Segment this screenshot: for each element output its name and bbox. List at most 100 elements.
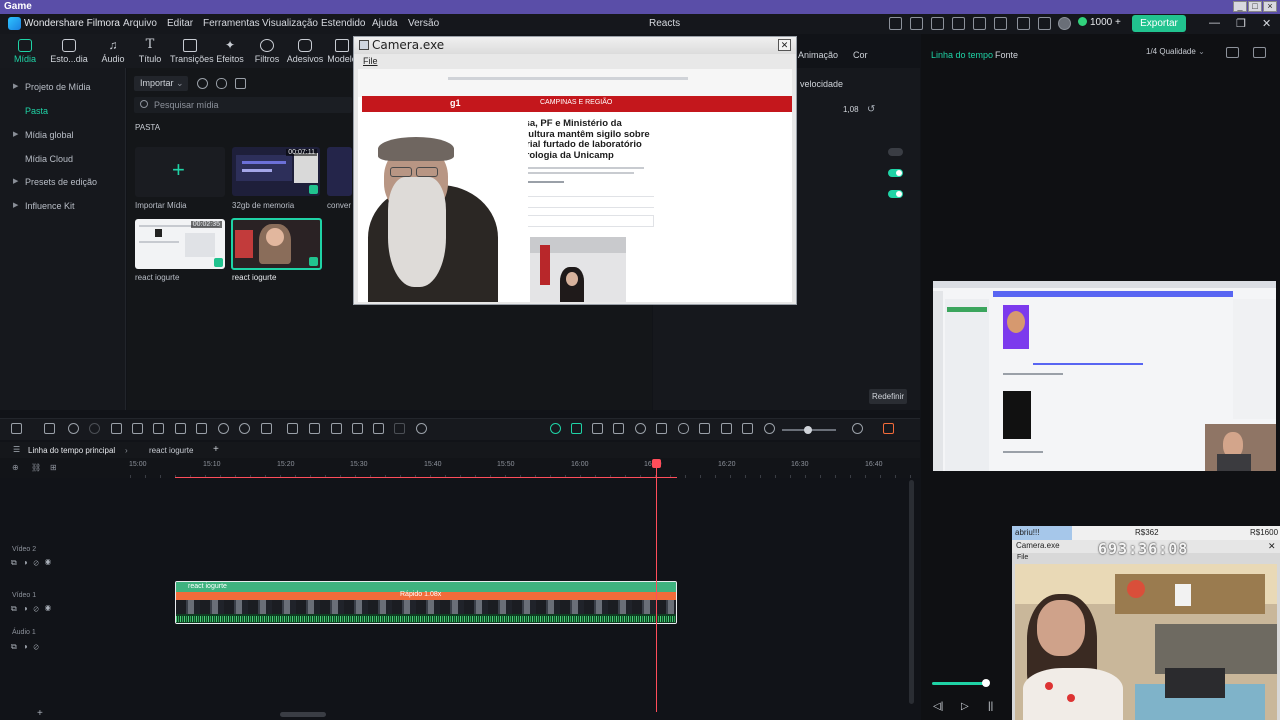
shield-icon[interactable] bbox=[656, 423, 667, 434]
redo-icon[interactable] bbox=[89, 423, 100, 434]
text-icon[interactable] bbox=[153, 423, 164, 434]
close-icon[interactable]: × bbox=[1263, 1, 1277, 12]
prev-frame-icon[interactable]: ◁| bbox=[933, 701, 943, 712]
ai-audio-icon[interactable] bbox=[309, 423, 320, 434]
avatar[interactable] bbox=[1058, 17, 1071, 30]
zoom-in-icon[interactable] bbox=[852, 423, 863, 434]
render-icon[interactable] bbox=[592, 423, 603, 434]
media-thumb-react-iogurte-1[interactable]: 00:02:35 bbox=[135, 219, 225, 269]
save-icon[interactable] bbox=[973, 17, 986, 30]
tool-titulo[interactable]: T Título bbox=[130, 34, 170, 68]
reset-button[interactable]: Redefinir bbox=[869, 389, 907, 404]
menu-arquivo[interactable]: Arquivo bbox=[123, 18, 157, 29]
zoom-out-icon[interactable] bbox=[764, 423, 775, 434]
toggle-off[interactable] bbox=[888, 148, 903, 156]
camera-title-bar[interactable]: Camera.exe ✕ bbox=[354, 37, 796, 54]
preview-progress-bar[interactable] bbox=[932, 682, 986, 685]
layout-icon[interactable] bbox=[11, 423, 22, 434]
tab-sequence[interactable]: react iogurte bbox=[149, 446, 193, 455]
app-restore-icon[interactable]: ❐ bbox=[1236, 17, 1246, 30]
gift-icon[interactable] bbox=[889, 17, 902, 30]
tag-icon[interactable] bbox=[931, 17, 944, 30]
track-icon[interactable] bbox=[352, 423, 363, 434]
speed-icon[interactable] bbox=[218, 423, 229, 434]
overlay-close-icon[interactable]: ✕ bbox=[1268, 541, 1276, 552]
auto-caption-icon[interactable] bbox=[571, 423, 582, 434]
ungroup-icon[interactable] bbox=[394, 423, 405, 434]
menu-estendido[interactable]: Estendido bbox=[321, 18, 365, 29]
sidebar-item-midia-global[interactable]: ▶ Mídia global bbox=[0, 124, 126, 146]
timeline-vscroll[interactable] bbox=[909, 480, 914, 704]
camera-close-button[interactable]: ✕ bbox=[778, 39, 791, 51]
media-thumb-react-iogurte-2[interactable] bbox=[231, 218, 322, 270]
quality-dropdown[interactable]: 1/4 Qualidade ⌄ bbox=[1146, 47, 1205, 56]
scene-icon[interactable] bbox=[613, 423, 624, 434]
credits-counter[interactable]: 1000 + bbox=[1078, 17, 1121, 30]
timeline-hscroll[interactable] bbox=[280, 712, 326, 717]
track-controls-video-1[interactable]: ⧉◑⊘◉ bbox=[11, 604, 57, 614]
undo-icon[interactable] bbox=[68, 423, 79, 434]
timeline-list-icon[interactable]: ☰ bbox=[13, 445, 20, 454]
stabilize-icon[interactable] bbox=[416, 423, 427, 434]
overlay-file-menu[interactable]: File bbox=[1017, 554, 1028, 561]
pip-icon[interactable] bbox=[742, 423, 753, 434]
app-close-icon[interactable]: ✕ bbox=[1262, 17, 1271, 30]
sidebar-item-presets[interactable]: ▶ Presets de edição bbox=[0, 171, 126, 193]
keyframe-icon[interactable] bbox=[261, 423, 272, 434]
import-dropdown[interactable]: Importar ⌄ bbox=[134, 76, 188, 91]
app-minimize-icon[interactable]: — bbox=[1209, 17, 1220, 29]
add-timeline-icon[interactable]: + bbox=[213, 444, 219, 455]
ai-assistant-icon[interactable] bbox=[550, 423, 561, 434]
maximize-icon[interactable]: □ bbox=[1248, 1, 1262, 12]
tab-linha-do-tempo[interactable]: Linha do tempo bbox=[931, 50, 993, 60]
menu-visualizacao[interactable]: Visualização bbox=[262, 18, 318, 29]
mask-icon[interactable] bbox=[331, 423, 342, 434]
menu-ferramentas[interactable]: Ferramentas bbox=[203, 18, 260, 29]
sidebar-item-influence-kit[interactable]: ▶ Influence Kit bbox=[0, 195, 126, 217]
menu-ajuda[interactable]: Ajuda bbox=[372, 18, 398, 29]
sidebar-item-projeto-de-midia[interactable]: ▶ Projeto de Mídia bbox=[0, 76, 126, 98]
clock-icon[interactable] bbox=[239, 423, 250, 434]
snapshot-icon[interactable] bbox=[1226, 47, 1239, 58]
layout-icon[interactable] bbox=[994, 17, 1007, 30]
send-icon[interactable] bbox=[910, 17, 923, 30]
select-tool-icon[interactable] bbox=[44, 423, 55, 434]
export-button[interactable]: Exportar bbox=[1132, 15, 1186, 32]
add-track-bottom-icon[interactable]: + bbox=[37, 708, 43, 719]
tool-efeitos[interactable]: ✦ Efeitos bbox=[210, 34, 250, 68]
grid-icon[interactable] bbox=[1038, 17, 1051, 30]
playhead[interactable] bbox=[656, 466, 657, 712]
link-icon[interactable]: ⛓ bbox=[31, 463, 41, 472]
tab-fonte[interactable]: Fonte bbox=[995, 50, 1018, 60]
zoom-slider-knob[interactable] bbox=[804, 426, 812, 434]
chart-icon[interactable] bbox=[1253, 47, 1266, 58]
color-icon[interactable] bbox=[196, 423, 207, 434]
face-icon[interactable] bbox=[635, 423, 646, 434]
timeline-settings-icon[interactable] bbox=[883, 423, 894, 434]
tool-audio[interactable]: ♫ Áudio bbox=[93, 34, 133, 68]
sidebar-item-midia-cloud[interactable]: Mídia Cloud bbox=[0, 148, 126, 170]
media-thumb-32gb[interactable]: 00:07:11 bbox=[232, 147, 320, 196]
add-track-icon[interactable]: ⊕ bbox=[12, 463, 19, 472]
sidebar-item-pasta[interactable]: Pasta bbox=[0, 100, 126, 122]
snap-icon[interactable]: ⊞ bbox=[50, 463, 57, 472]
tab-cor[interactable]: Cor bbox=[853, 50, 868, 60]
tool-filtros[interactable]: Filtros bbox=[247, 34, 287, 68]
menu-versao[interactable]: Versão bbox=[408, 18, 439, 29]
tab-main-timeline[interactable]: Linha do tempo principal bbox=[28, 446, 115, 455]
tool-midia[interactable]: Mídia bbox=[5, 34, 45, 68]
ai-tool-icon[interactable] bbox=[287, 423, 298, 434]
monitor-icon[interactable] bbox=[952, 17, 965, 30]
record-icon[interactable] bbox=[197, 78, 208, 89]
minimize-icon[interactable]: _ bbox=[1233, 1, 1247, 12]
play-icon[interactable]: ▷ bbox=[961, 701, 969, 712]
mic-icon[interactable] bbox=[216, 78, 227, 89]
tab-animacao[interactable]: Animação bbox=[798, 50, 838, 60]
snapshot-icon[interactable] bbox=[721, 423, 732, 434]
timeline-clip[interactable]: react iogurte Rápido 1.08x bbox=[175, 581, 677, 624]
tool-adesivos[interactable]: Adesivos bbox=[285, 34, 325, 68]
media-search-input[interactable]: Pesquisar mídia bbox=[134, 97, 352, 113]
tool-transicoes[interactable]: Transições bbox=[170, 34, 214, 68]
reset-speed-icon[interactable]: ↺ bbox=[867, 104, 875, 115]
preview-progress-knob[interactable] bbox=[982, 679, 990, 687]
